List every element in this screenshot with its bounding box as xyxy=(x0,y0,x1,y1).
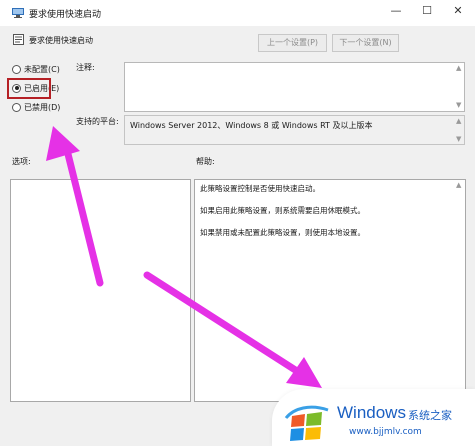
scroll-up-icon[interactable]: ▲ xyxy=(456,181,461,189)
scroll-up-icon[interactable]: ▲ xyxy=(456,117,461,125)
next-setting-button[interactable]: 下一个设置(N) xyxy=(332,34,399,52)
annotation-highlight-box xyxy=(7,78,51,99)
help-text-line: 此策略设置控制是否使用快速启动。 xyxy=(200,184,320,193)
scroll-up-icon[interactable]: ▲ xyxy=(456,64,461,72)
scroll-down-icon[interactable]: ▼ xyxy=(456,135,461,143)
help-panel[interactable]: 此策略设置控制是否使用快速启动。 如果启用此策略设置，则系统需要启用休眠模式。 … xyxy=(194,179,466,402)
watermark-brand: Windows xyxy=(337,403,406,422)
watermark-url: www.bjjmlv.com xyxy=(349,427,422,437)
comment-textarea[interactable] xyxy=(124,62,465,112)
radio-disabled[interactable]: 已禁用(D) xyxy=(12,100,60,114)
minimize-button[interactable]: — xyxy=(381,0,411,24)
watermark-site-name: 系统之家 xyxy=(408,409,452,422)
window-title: 要求使用快速启动 xyxy=(29,10,102,20)
help-text-line: 如果启用此策略设置，则系统需要启用休眠模式。 xyxy=(200,206,365,215)
supported-platforms-value: Windows Server 2012、Windows 8 或 Windows … xyxy=(124,115,465,145)
policy-name: 要求使用快速启动 xyxy=(29,36,93,45)
maximize-button[interactable]: ☐ xyxy=(412,0,442,24)
radio-not-configured[interactable]: 未配置(C) xyxy=(12,62,60,76)
radio-label: 未配置(C) xyxy=(24,64,60,74)
scroll-down-icon[interactable]: ▼ xyxy=(456,101,461,109)
options-label: 选项: xyxy=(12,157,31,166)
radio-circle xyxy=(12,64,21,74)
options-panel[interactable] xyxy=(10,179,191,402)
help-text-line: 如果禁用或未配置此策略设置，则使用本地设置。 xyxy=(200,228,365,237)
supported-platforms-label: 支持的平台: xyxy=(76,117,119,126)
policy-app-icon xyxy=(12,8,24,18)
radio-circle xyxy=(12,102,21,112)
help-label: 帮助: xyxy=(196,157,215,166)
windows-logo-icon xyxy=(284,405,329,441)
comment-label: 注释: xyxy=(76,63,95,72)
radio-label: 已禁用(D) xyxy=(24,102,61,112)
previous-setting-button[interactable]: 上一个设置(P) xyxy=(258,34,327,52)
close-button[interactable]: ✕ xyxy=(443,0,473,24)
policy-setting-icon xyxy=(13,34,24,45)
